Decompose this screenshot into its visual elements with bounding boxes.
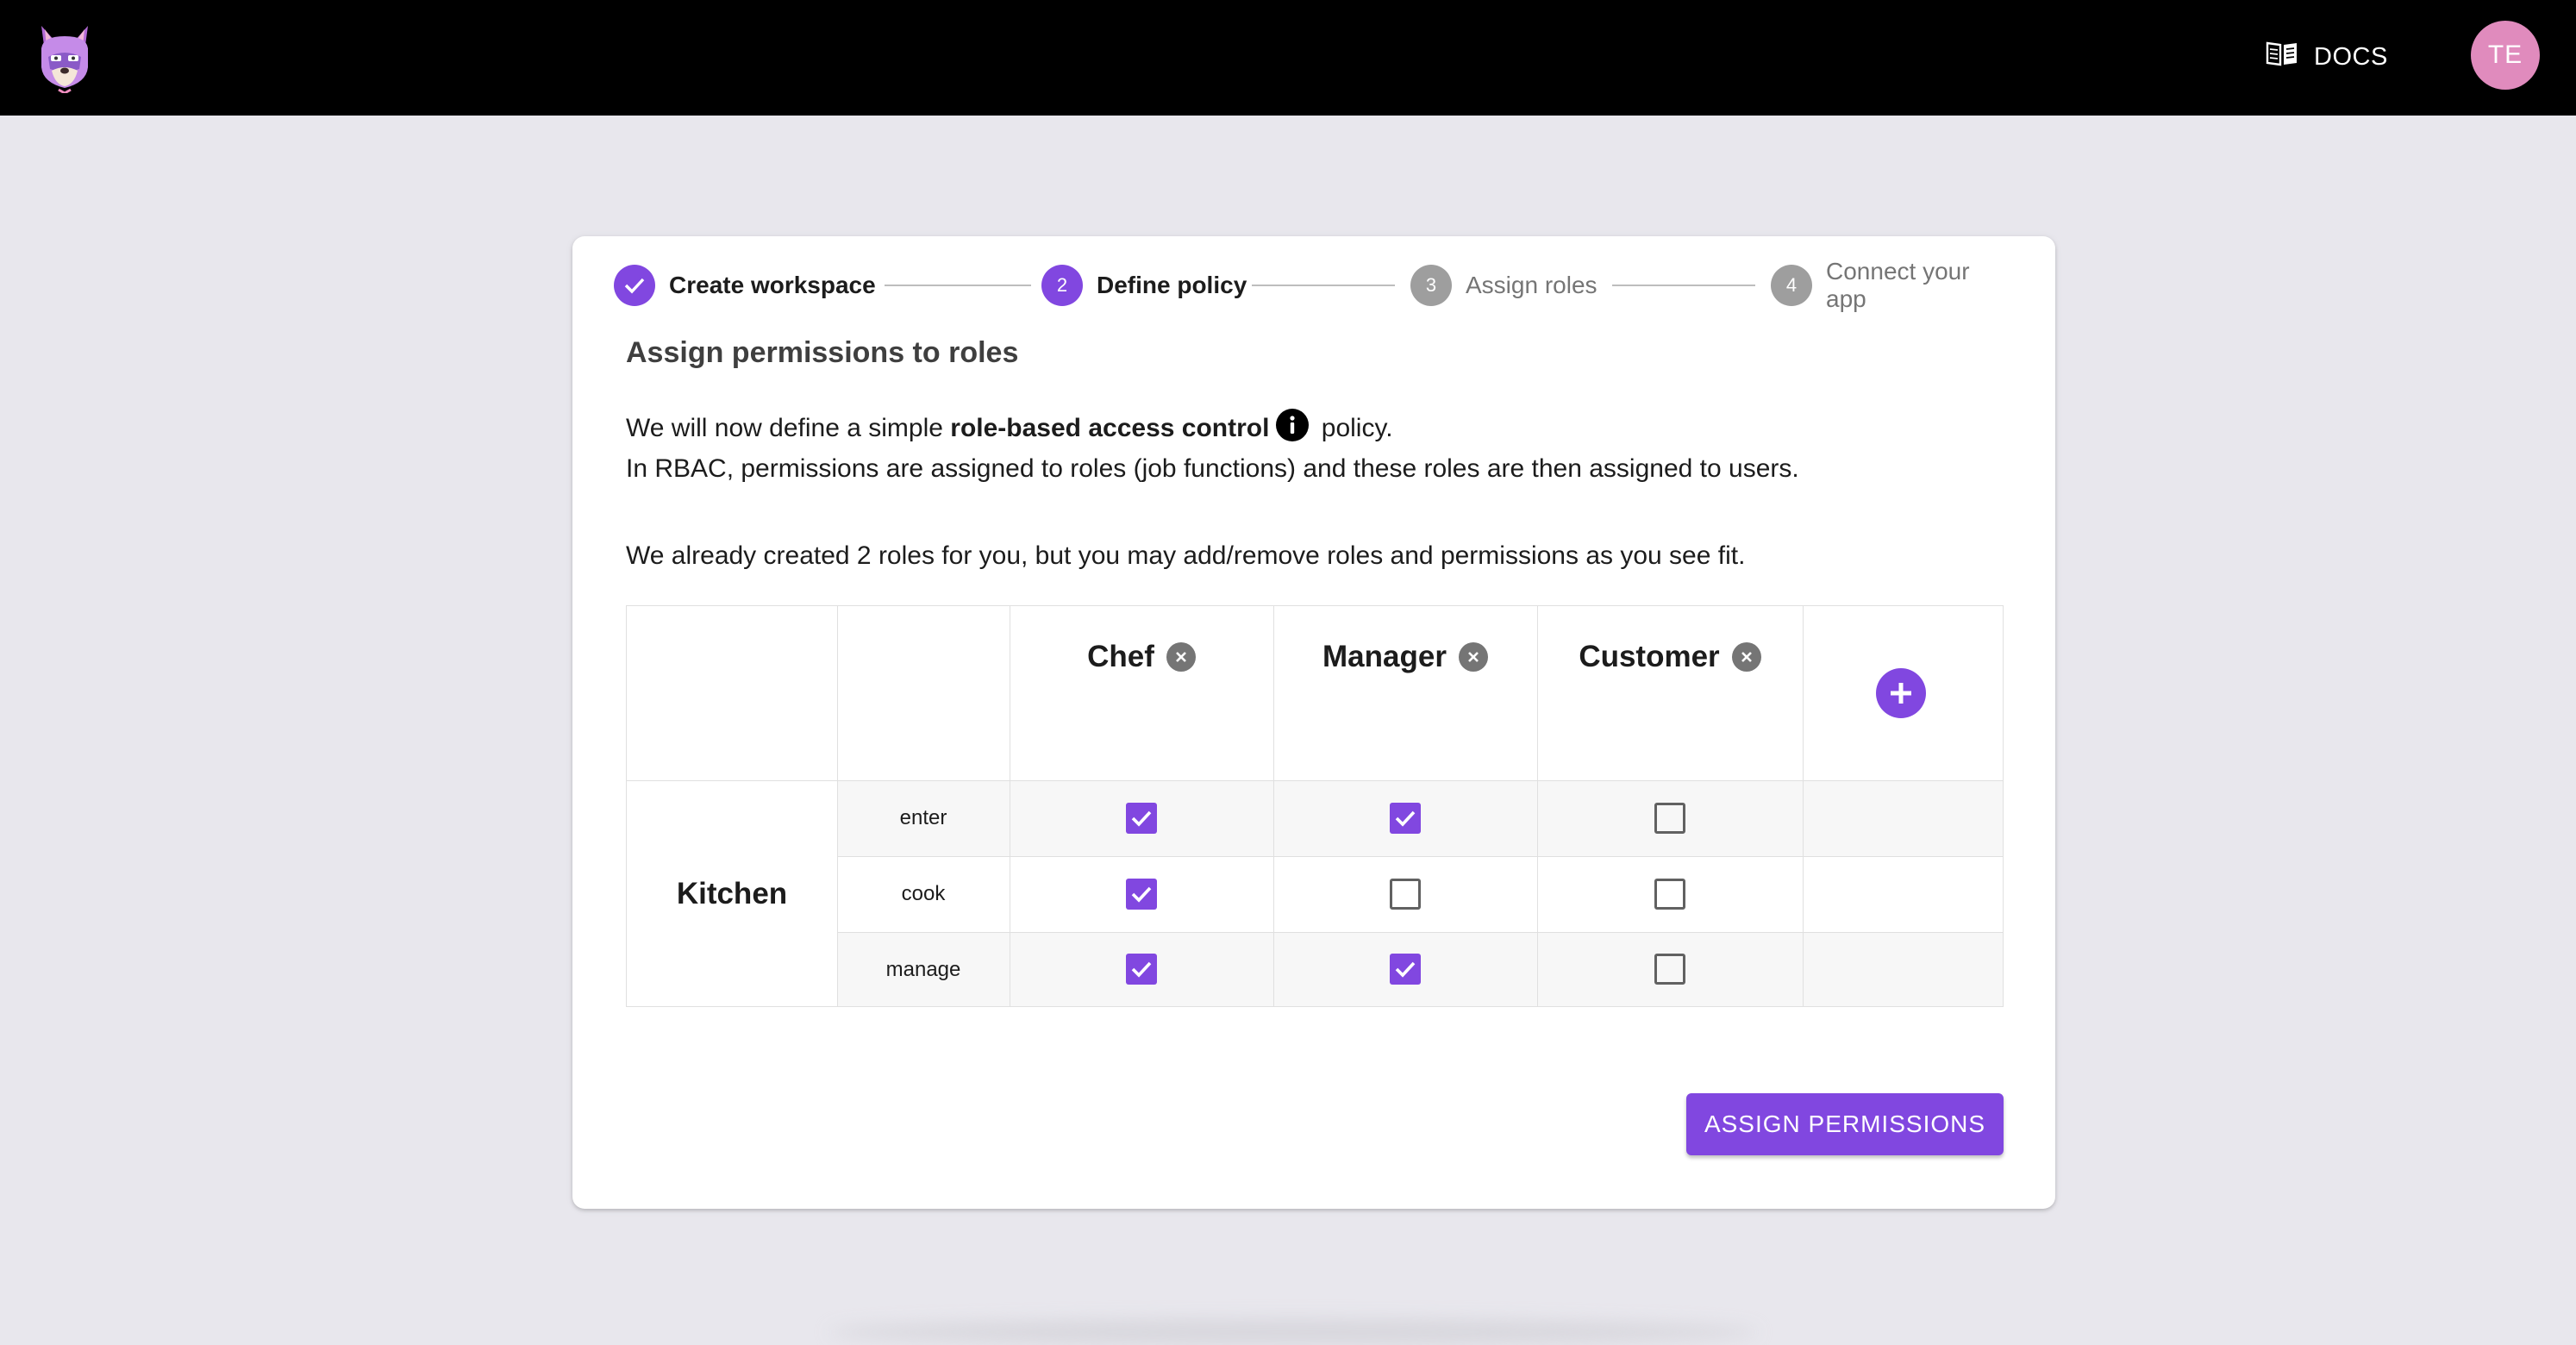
- permission-checkbox[interactable]: [1390, 879, 1421, 910]
- action-name: cook: [901, 882, 946, 905]
- check-icon: [1395, 810, 1416, 827]
- bottom-shadow: [828, 1319, 1759, 1345]
- remove-role-icon[interactable]: [1731, 642, 1761, 672]
- assign-permissions-button[interactable]: ASSIGN PERMISSIONS: [1686, 1093, 2004, 1155]
- book-icon: [2266, 41, 2298, 73]
- grid-line: [837, 856, 2003, 857]
- stepper: Create workspace 2 Define policy 3 Assig…: [614, 258, 2016, 312]
- step-number-badge: 4: [1771, 265, 1812, 306]
- role-header-manager: Manager: [1273, 635, 1537, 679]
- step-number-badge: 3: [1410, 265, 1452, 306]
- permission-checkbox[interactable]: [1390, 803, 1421, 834]
- role-name: Customer: [1579, 640, 1720, 673]
- permission-checkbox[interactable]: [1390, 954, 1421, 985]
- role-name: Manager: [1322, 640, 1447, 673]
- action-name: manage: [885, 958, 961, 981]
- intro-text: policy.: [1314, 414, 1393, 442]
- permission-checkbox[interactable]: [1654, 879, 1685, 910]
- intro-line-2: In RBAC, permissions are assigned to rol…: [626, 454, 1799, 483]
- permission-checkbox[interactable]: [1126, 803, 1157, 834]
- wolf-logo-icon[interactable]: [36, 22, 93, 95]
- check-icon: [1131, 961, 1152, 978]
- intro-text: We will now define a simple: [626, 414, 951, 442]
- intro-line-3: We already created 2 roles for you, but …: [626, 541, 1746, 570]
- check-icon: [1395, 961, 1416, 978]
- add-role-button[interactable]: [1876, 668, 1926, 718]
- permission-checkbox[interactable]: [1654, 954, 1685, 985]
- step-connector: [1252, 285, 1395, 286]
- resource-name: Kitchen: [676, 877, 788, 910]
- user-avatar[interactable]: TE: [2471, 21, 2540, 90]
- step-connector: [885, 285, 1031, 286]
- step-number-badge: 2: [1041, 265, 1083, 306]
- step-connector: [1612, 285, 1755, 286]
- role-header-chef: Chef: [1010, 635, 1273, 679]
- permission-checkbox[interactable]: [1654, 803, 1685, 834]
- step-label: Connect your app: [1826, 258, 1970, 312]
- grid-line: [837, 932, 2003, 933]
- permissions-table: Chef Manager Customer Kitchen enter cook…: [626, 605, 2004, 1007]
- permission-checkbox[interactable]: [1126, 954, 1157, 985]
- step-label: Create workspace: [669, 272, 876, 298]
- step-label: Assign roles: [1466, 272, 1597, 298]
- step-connect-app: 4 Connect your app: [1771, 258, 2016, 312]
- section-title: Assign permissions to roles: [626, 336, 1019, 369]
- intro-line-1: We will now define a simple role-based a…: [626, 409, 1393, 446]
- role-name: Chef: [1087, 640, 1154, 673]
- top-app-bar: DOCS TE: [0, 0, 2576, 116]
- check-icon: [1131, 810, 1152, 827]
- info-icon[interactable]: [1276, 409, 1310, 441]
- grid-line: [1803, 606, 1804, 1006]
- step-label: Define policy: [1097, 272, 1247, 298]
- step-define-policy: 2 Define policy: [1041, 264, 1247, 307]
- check-icon: [624, 278, 645, 294]
- step-assign-roles: 3 Assign roles: [1410, 264, 1597, 307]
- check-icon: [1131, 886, 1152, 903]
- remove-role-icon[interactable]: [1458, 642, 1488, 672]
- action-name: enter: [899, 806, 947, 829]
- onboarding-card: Create workspace 2 Define policy 3 Assig…: [572, 236, 2055, 1209]
- rbac-term: role-based access control: [950, 414, 1270, 442]
- docs-label: DOCS: [2314, 42, 2388, 71]
- permission-checkbox[interactable]: [1126, 879, 1157, 910]
- plus-icon: [1891, 683, 1911, 704]
- remove-role-icon[interactable]: [1166, 642, 1196, 672]
- role-header-customer: Customer: [1537, 635, 1803, 679]
- step-completed-badge: [614, 265, 655, 306]
- step-create-workspace: Create workspace: [614, 264, 876, 307]
- docs-link[interactable]: DOCS: [2266, 38, 2388, 76]
